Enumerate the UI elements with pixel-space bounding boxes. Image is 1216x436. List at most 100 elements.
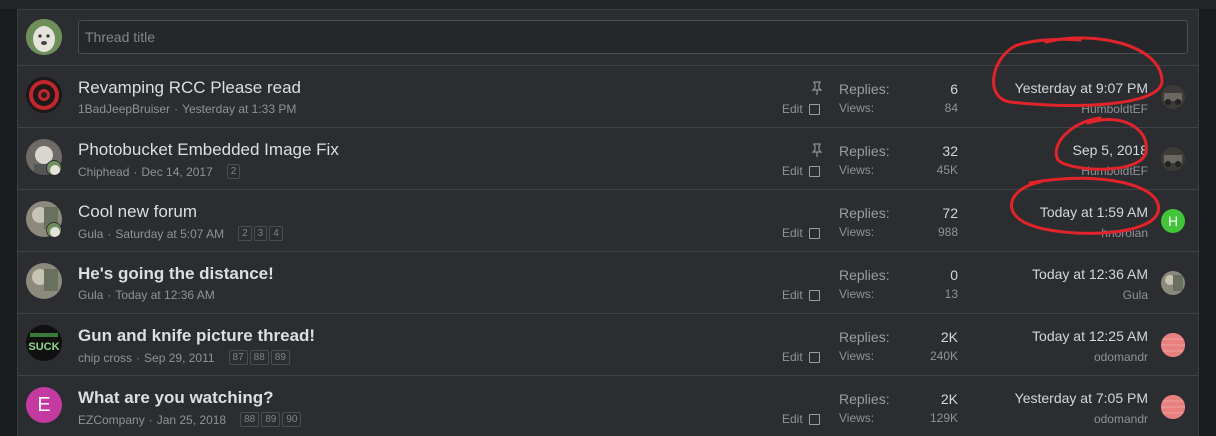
- replies-label: Replies:: [839, 329, 890, 345]
- suck-logo-icon: SUCK: [26, 325, 62, 361]
- top-bar: [0, 0, 1216, 9]
- page-links: 87 88 89: [228, 350, 290, 365]
- author-avatar[interactable]: SUCK: [26, 325, 62, 361]
- select-checkbox[interactable]: [808, 289, 820, 301]
- last-post-date[interactable]: Sep 5, 2018: [1072, 142, 1148, 158]
- thread-meta: Gula · Saturday at 5:07 AM 2 3 4: [78, 226, 283, 241]
- last-poster-avatar[interactable]: [1161, 333, 1185, 357]
- last-poster-avatar[interactable]: [1161, 85, 1185, 109]
- page-link[interactable]: 2: [238, 226, 252, 241]
- thread-author[interactable]: chip cross: [78, 351, 132, 365]
- thread-row[interactable]: Photobucket Embedded Image Fix Chiphead …: [18, 128, 1198, 190]
- thread-author[interactable]: 1BadJeepBruiser: [78, 102, 170, 116]
- edit-control[interactable]: Edit: [782, 164, 820, 178]
- meta-separator: ·: [133, 164, 138, 179]
- current-user-avatar[interactable]: [26, 19, 62, 55]
- last-poster-avatar[interactable]: [1161, 395, 1185, 419]
- last-post-user[interactable]: Gula: [1123, 288, 1148, 302]
- edit-label[interactable]: Edit: [782, 350, 803, 364]
- last-post-date[interactable]: Yesterday at 9:07 PM: [1015, 80, 1148, 96]
- pin-icon: [810, 143, 824, 157]
- views-count: 129K: [929, 411, 958, 425]
- meta-separator: ·: [136, 350, 141, 365]
- thread-row[interactable]: E What are you watching? EZCompany · Jan…: [18, 376, 1198, 436]
- last-post-date[interactable]: Today at 12:25 AM: [1032, 328, 1148, 344]
- edit-label[interactable]: Edit: [782, 226, 803, 240]
- select-checkbox[interactable]: [808, 103, 820, 115]
- thread-start-date[interactable]: Dec 14, 2017: [141, 165, 212, 179]
- meta-separator: ·: [148, 412, 153, 427]
- author-avatar[interactable]: [26, 263, 62, 299]
- last-post-user[interactable]: odomandr: [1094, 412, 1148, 426]
- thread-title[interactable]: Cool new forum: [78, 202, 197, 222]
- page-link[interactable]: 88: [240, 412, 260, 427]
- thread-meta: chip cross · Sep 29, 2011 87 88 89: [78, 350, 290, 365]
- last-post-user[interactable]: HumboldtEF: [1081, 102, 1148, 116]
- last-post-date[interactable]: Today at 12:36 AM: [1032, 266, 1148, 282]
- views-label: Views:: [839, 101, 875, 115]
- replies-count: 6: [950, 81, 958, 97]
- last-post-user[interactable]: hnoroian: [1101, 226, 1148, 240]
- last-post-date[interactable]: Today at 1:59 AM: [1040, 204, 1148, 220]
- edit-control[interactable]: Edit: [782, 226, 820, 240]
- page-link[interactable]: 88: [249, 350, 269, 365]
- thread-title[interactable]: Revamping RCC Please read: [78, 78, 301, 98]
- thread-row[interactable]: Revamping RCC Please read 1BadJeepBruise…: [18, 66, 1198, 128]
- edit-control[interactable]: Edit: [782, 412, 820, 426]
- page-link[interactable]: 2: [226, 164, 241, 179]
- thread-author[interactable]: Gula: [78, 227, 103, 241]
- thread-title-input[interactable]: [78, 20, 1188, 54]
- edit-label[interactable]: Edit: [782, 288, 803, 302]
- thread-title[interactable]: Gun and knife picture thread!: [78, 326, 315, 346]
- author-avatar[interactable]: [26, 77, 62, 113]
- participant-avatar: [46, 160, 62, 176]
- thread-start-date[interactable]: Sep 29, 2011: [144, 351, 215, 365]
- select-checkbox[interactable]: [808, 165, 820, 177]
- edit-control[interactable]: Edit: [782, 102, 820, 116]
- edit-control[interactable]: Edit: [782, 350, 820, 364]
- last-poster-avatar[interactable]: H: [1161, 209, 1185, 233]
- page-link[interactable]: 87: [228, 350, 248, 365]
- edit-label[interactable]: Edit: [782, 102, 803, 116]
- last-poster-avatar[interactable]: [1161, 271, 1185, 295]
- replies-count: 2K: [940, 329, 958, 345]
- page-link[interactable]: 3: [253, 226, 268, 241]
- thread-start-date[interactable]: Jan 25, 2018: [157, 413, 226, 427]
- thread-row[interactable]: SUCK Gun and knife picture thread! chip …: [18, 314, 1198, 376]
- last-post-user[interactable]: HumboldtEF: [1081, 164, 1148, 178]
- select-checkbox[interactable]: [808, 227, 820, 239]
- last-poster-avatar[interactable]: [1161, 147, 1185, 171]
- select-checkbox[interactable]: [808, 413, 820, 425]
- views-label: Views:: [839, 349, 875, 363]
- thread-start-date[interactable]: Saturday at 5:07 AM: [115, 227, 224, 241]
- thread-title[interactable]: What are you watching?: [78, 388, 274, 408]
- page-link[interactable]: 4: [269, 226, 283, 241]
- views-count: 45K: [936, 163, 958, 177]
- views-count: 13: [944, 287, 958, 301]
- page-link[interactable]: 90: [282, 412, 302, 427]
- page-link[interactable]: 89: [261, 412, 281, 427]
- edit-label[interactable]: Edit: [782, 412, 803, 426]
- thread-start-date[interactable]: Today at 12:36 AM: [115, 288, 214, 302]
- thread-start-date[interactable]: Yesterday at 1:33 PM: [182, 102, 296, 116]
- thread-title[interactable]: He's going the distance!: [78, 264, 274, 284]
- page-link[interactable]: 89: [270, 350, 290, 365]
- select-checkbox[interactable]: [808, 351, 820, 363]
- page-links: 2 3 4: [238, 226, 283, 241]
- last-post-date[interactable]: Yesterday at 7:05 PM: [1015, 390, 1148, 406]
- views-count: 84: [944, 101, 958, 115]
- thread-author[interactable]: Gula: [78, 288, 103, 302]
- thread-row[interactable]: Cool new forum Gula · Saturday at 5:07 A…: [18, 190, 1198, 252]
- thread-author[interactable]: Chiphead: [78, 165, 129, 179]
- replies-label: Replies:: [839, 143, 890, 159]
- thread-meta: EZCompany · Jan 25, 2018 88 89 90: [78, 412, 302, 427]
- thread-title[interactable]: Photobucket Embedded Image Fix: [78, 140, 339, 160]
- edit-control[interactable]: Edit: [782, 288, 820, 302]
- edit-label[interactable]: Edit: [782, 164, 803, 178]
- thread-row[interactable]: He's going the distance! Gula · Today at…: [18, 252, 1198, 314]
- thread-author[interactable]: EZCompany: [78, 413, 145, 427]
- replies-label: Replies:: [839, 81, 890, 97]
- replies-count: 72: [942, 205, 958, 221]
- last-post-user[interactable]: odomandr: [1094, 350, 1148, 364]
- author-avatar[interactable]: E: [26, 387, 62, 423]
